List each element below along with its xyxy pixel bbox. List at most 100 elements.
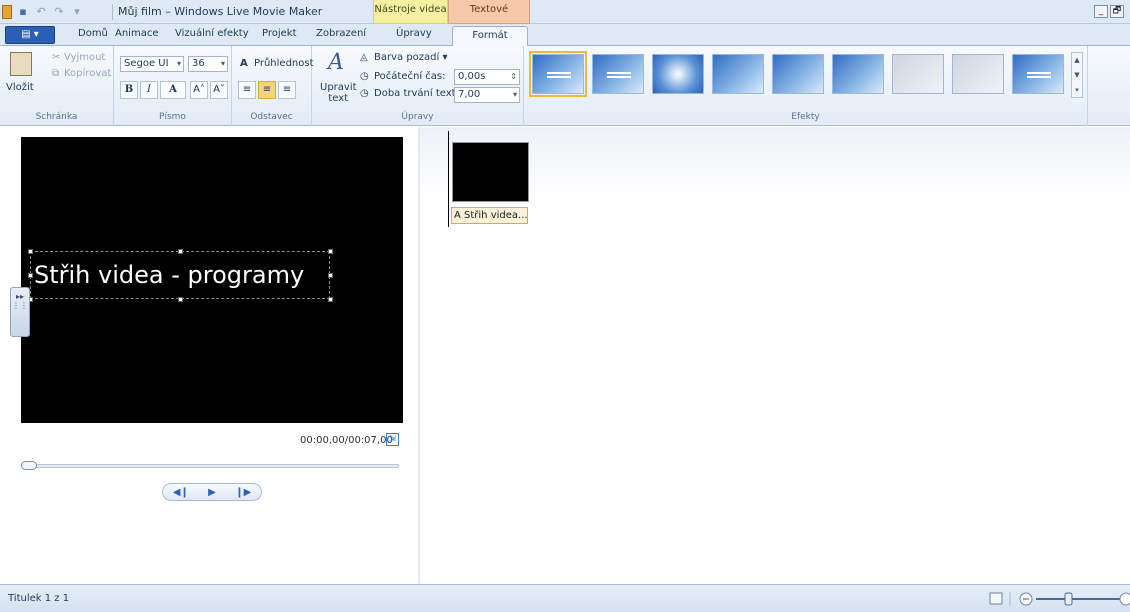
effect-thumbnail[interactable]: [772, 54, 824, 94]
caption-text[interactable]: Střih videa - programy: [34, 261, 304, 289]
window-title: Můj film – Windows Live Movie Maker: [118, 5, 323, 18]
effect-thumbnail[interactable]: [652, 54, 704, 94]
transparency-button[interactable]: Průhlednost: [254, 58, 314, 69]
effect-preview-line: [547, 72, 571, 78]
save-icon[interactable]: ▪: [16, 5, 30, 19]
font-color-button[interactable]: A: [160, 81, 186, 99]
spinner-icon[interactable]: ⇕: [510, 70, 517, 84]
ribbon: Vložit ✂ Vyjmout ⧉ Kopírovat Schránka Se…: [0, 46, 1130, 126]
background-color-icon: ◬: [360, 52, 368, 63]
chevron-down-icon: ▾: [442, 52, 448, 63]
grow-font-button[interactable]: A˄: [190, 81, 208, 99]
start-time-value: 0,00s: [458, 71, 486, 82]
copy-button[interactable]: Kopírovat: [64, 68, 111, 79]
effect-thumbnail[interactable]: [832, 54, 884, 94]
font-family-value: Segoe UI: [124, 58, 169, 69]
file-menu-button[interactable]: ▤ ▾: [5, 26, 55, 44]
play-button[interactable]: ▶: [208, 487, 216, 498]
storyboard-clip-thumbnail[interactable]: [452, 142, 529, 202]
edit-text-button[interactable]: Upravit text: [320, 82, 357, 104]
font-family-combo[interactable]: Segoe UI ▾: [120, 56, 184, 72]
resize-handle[interactable]: [178, 249, 183, 254]
resize-handle[interactable]: [328, 297, 333, 302]
paste-icon[interactable]: [10, 52, 32, 76]
align-center-button[interactable]: ≡: [258, 81, 276, 99]
customize-qat-icon[interactable]: ▾: [70, 5, 84, 19]
background-color-button[interactable]: Barva pozadí ▾: [374, 52, 448, 63]
edit-text-line1: Upravit: [320, 82, 357, 93]
resize-handle[interactable]: [328, 249, 333, 254]
bold-button[interactable]: B: [120, 81, 138, 99]
redo-icon[interactable]: ↷: [52, 5, 66, 19]
effect-thumbnail[interactable]: [1012, 54, 1064, 94]
storyboard-caption-item[interactable]: A Střih videa...: [451, 207, 528, 224]
tab-edit[interactable]: Úpravy: [396, 28, 432, 39]
group-effects: Efekty: [524, 46, 1088, 126]
title-bar: ▪ ↶ ↷ ▾ Můj film – Windows Live Movie Ma…: [0, 0, 1130, 35]
duration-icon: ◷: [360, 88, 369, 99]
group-edit: A Upravit text ◬ Barva pozadí ▾ ◷ Počáte…: [312, 46, 524, 126]
effect-thumbnail[interactable]: [592, 54, 644, 94]
status-bar: Titulek 1 z 1: [0, 584, 1130, 612]
cut-button[interactable]: Vyjmout: [64, 52, 105, 63]
italic-button[interactable]: I: [140, 81, 158, 99]
playback-controls: ◀❙ ▶ ❙▶: [162, 483, 262, 501]
context-tab-video-tools: Nástroje videa: [373, 0, 448, 24]
zoom-controls: [989, 592, 1130, 606]
next-frame-button[interactable]: ❙▶: [235, 487, 251, 498]
minimize-button[interactable]: _: [1094, 5, 1108, 18]
group-label-clipboard: Schránka: [35, 112, 78, 122]
background-color-label: Barva pozadí: [374, 52, 440, 63]
tab-visual-effects[interactable]: Vizuální efekty: [175, 28, 249, 39]
effect-preview-line: [607, 72, 631, 78]
effect-thumbnail[interactable]: [712, 54, 764, 94]
duration-label: Doba trvání textu:: [374, 88, 466, 99]
fullscreen-button[interactable]: ⇲: [386, 433, 399, 446]
tab-project[interactable]: Projekt: [262, 28, 297, 39]
paste-button[interactable]: Vložit: [6, 82, 34, 93]
transparency-icon: A: [240, 58, 248, 69]
group-label-effects: Efekty: [791, 112, 820, 122]
pane-divider[interactable]: [418, 127, 420, 584]
timecode: 00:00,00/00:07,00: [300, 435, 393, 446]
start-time-label: Počáteční čas:: [374, 71, 446, 82]
tab-format[interactable]: Formát: [452, 26, 528, 47]
tab-home[interactable]: Domů: [78, 28, 108, 39]
storyboard-view-icon[interactable]: [989, 592, 1003, 605]
previous-frame-button[interactable]: ◀❙: [173, 487, 189, 498]
chevron-down-icon: ▾: [512, 90, 517, 99]
resize-handle[interactable]: [28, 249, 33, 254]
shrink-font-button[interactable]: A˅: [210, 81, 228, 99]
tab-animations[interactable]: Animace: [115, 28, 158, 39]
storyboard-playhead[interactable]: [448, 131, 449, 227]
align-right-button[interactable]: ≡: [278, 81, 296, 99]
zoom-slider-thumb[interactable]: [1064, 592, 1073, 606]
duration-combo[interactable]: 7,00 ▾: [454, 87, 520, 103]
resize-handle[interactable]: [328, 273, 333, 278]
effects-gallery-scroll[interactable]: ▲ ▼ ▾: [1071, 52, 1083, 98]
effect-thumbnail[interactable]: [952, 54, 1004, 94]
collapse-panel-handle[interactable]: ▸▸ ⋮⋮: [10, 287, 30, 337]
group-label-edit: Úpravy: [401, 112, 434, 122]
effect-thumbnail[interactable]: [892, 54, 944, 94]
resize-handle[interactable]: [178, 297, 183, 302]
zoom-in-icon[interactable]: [1119, 592, 1130, 606]
cut-icon: ✂: [52, 52, 61, 63]
app-icon[interactable]: [2, 5, 12, 19]
align-left-button[interactable]: ≡: [238, 81, 256, 99]
main-area: Střih videa - programy ▸▸ ⋮⋮ 00:00,00/00:…: [0, 127, 1130, 584]
font-size-combo[interactable]: 36 ▾: [188, 56, 228, 72]
resize-handle[interactable]: [28, 273, 33, 278]
start-time-input[interactable]: 0,00s ⇕: [454, 69, 520, 85]
chevron-down-icon: ▾: [176, 59, 181, 68]
restore-button[interactable]: 🗗: [1110, 5, 1124, 18]
window-controls: _ 🗗: [1094, 5, 1124, 18]
tab-view[interactable]: Zobrazení: [316, 28, 366, 39]
effect-thumbnail[interactable]: [529, 51, 587, 97]
seek-bar[interactable]: [21, 464, 399, 468]
copy-icon: ⧉: [52, 68, 60, 79]
title-separator: [112, 4, 113, 20]
undo-icon[interactable]: ↶: [34, 5, 48, 19]
group-label-font: Písmo: [159, 112, 186, 122]
seek-thumb[interactable]: [21, 461, 37, 470]
